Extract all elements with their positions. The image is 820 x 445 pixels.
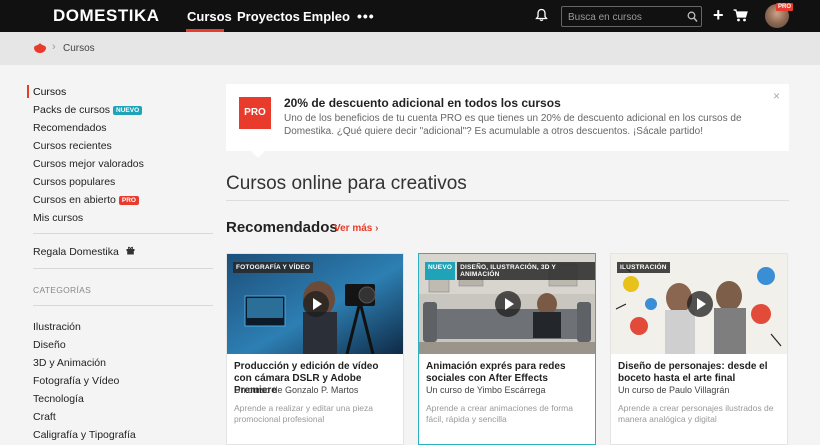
card-tags: NUEVO DISEÑO, ILUSTRACIÓN, 3D Y ANIMACIÓ…	[425, 262, 595, 280]
new-tag: NUEVO	[425, 262, 456, 280]
sidebar-item-mis-cursos[interactable]: Mis cursos	[33, 212, 83, 224]
search-box	[561, 6, 702, 27]
sidebar-item-populares[interactable]: Cursos populares	[33, 176, 115, 188]
course-author: Un curso de Gonzalo P. Martos	[234, 385, 359, 395]
category-ilustracion[interactable]: Ilustración	[33, 321, 81, 333]
sidebar-item-label: Regala Domestika	[33, 246, 119, 258]
course-thumbnail[interactable]: ILUSTRACIÓN	[611, 254, 787, 354]
breadcrumb: › Cursos	[0, 32, 820, 65]
category-caligrafia[interactable]: Caligrafía y Tipografía	[33, 429, 136, 441]
course-thumbnail[interactable]: FOTOGRAFÍA Y VÍDEO	[227, 254, 403, 354]
sidebar-divider	[33, 268, 213, 269]
title-divider	[226, 200, 789, 201]
play-icon[interactable]	[495, 291, 521, 317]
course-card[interactable]: FOTOGRAFÍA Y VÍDEO Producción y edición …	[226, 253, 404, 445]
promo-title: 20% de descuento adicional en todos los …	[284, 96, 561, 110]
bell-icon[interactable]	[535, 8, 548, 27]
play-icon[interactable]	[687, 291, 713, 317]
category-tag: DISEÑO, ILUSTRACIÓN, 3D Y ANIMACIÓN	[457, 262, 595, 280]
play-icon[interactable]	[303, 291, 329, 317]
sidebar-item-en-abierto[interactable]: Cursos en abierto PRO	[33, 194, 139, 206]
course-thumbnail[interactable]: NUEVO DISEÑO, ILUSTRACIÓN, 3D Y ANIMACIÓ…	[419, 254, 595, 354]
sidebar-item-label: Cursos en abierto	[33, 194, 116, 206]
nav-more-button[interactable]: •••	[357, 8, 375, 24]
pro-logo: PRO	[239, 97, 271, 129]
promo-text: Uno de los beneficios de tu cuenta PRO e…	[284, 113, 742, 137]
course-description: Aprende a crear animaciones de forma fác…	[426, 403, 573, 424]
sidebar-divider	[33, 305, 213, 306]
pro-badge: PRO	[118, 196, 139, 205]
breadcrumb-current: Cursos	[63, 43, 95, 54]
search-icon[interactable]	[687, 10, 698, 28]
card-tags: ILUSTRACIÓN	[617, 262, 670, 273]
search-input[interactable]	[568, 10, 683, 24]
course-description: Aprende a realizar y editar una pieza pr…	[234, 403, 373, 424]
category-3d-animacion[interactable]: 3D y Animación	[33, 357, 106, 369]
course-author: Un curso de Paulo Villagrán	[618, 385, 730, 395]
course-title[interactable]: Animación exprés para redes sociales con…	[426, 361, 591, 385]
sidebar-item-label: Packs de cursos	[33, 104, 111, 116]
avatar-pro-badge: PRO	[776, 3, 794, 11]
nav-cursos[interactable]: Cursos	[187, 9, 232, 24]
sidebar-item-mejor-valorados[interactable]: Cursos mejor valorados	[33, 158, 144, 170]
categories-heading: CATEGORÍAS	[33, 285, 92, 295]
category-craft[interactable]: Craft	[33, 411, 56, 423]
sidebar-item-recientes[interactable]: Cursos recientes	[33, 140, 112, 152]
chevron-right-icon: ›	[52, 41, 56, 53]
course-title[interactable]: Diseño de personajes: desde el boceto ha…	[618, 361, 783, 385]
sidebar-item-cursos[interactable]: Cursos	[33, 86, 66, 98]
sidebar-divider	[33, 233, 213, 234]
sidebar-item-regala[interactable]: Regala Domestika	[33, 246, 135, 258]
sidebar-item-packs[interactable]: Packs de cursos NUEVO	[33, 104, 143, 116]
sidebar-active-indicator	[27, 85, 29, 98]
course-description: Aprende a crear personajes ilustrados de…	[618, 403, 774, 424]
category-tag: FOTOGRAFÍA Y VÍDEO	[233, 262, 314, 273]
category-diseno[interactable]: Diseño	[33, 339, 66, 351]
sidebar-item-recomendados[interactable]: Recomendados	[33, 122, 107, 134]
promo-pointer	[250, 150, 266, 158]
pro-promo-banner: PRO 20% de descuento adicional en todos …	[226, 84, 789, 151]
category-tag: ILUSTRACIÓN	[617, 262, 670, 273]
close-icon[interactable]: ×	[773, 89, 780, 103]
course-card[interactable]: ILUSTRACIÓN Diseño de personajes: desde …	[610, 253, 788, 445]
nav-proyectos[interactable]: Proyectos	[237, 9, 300, 24]
create-plus-button[interactable]: +	[713, 6, 724, 24]
gift-icon	[126, 246, 135, 258]
domestika-home-icon[interactable]	[33, 41, 47, 59]
cart-icon[interactable]	[733, 9, 748, 27]
page-title: Cursos online para creativos	[226, 173, 467, 194]
domestika-logo[interactable]: DOMESTIKA	[53, 6, 160, 26]
card-tags: FOTOGRAFÍA Y VÍDEO	[233, 262, 314, 273]
nav-empleo[interactable]: Empleo	[303, 9, 350, 24]
category-tecnologia[interactable]: Tecnología	[33, 393, 84, 405]
top-navbar: DOMESTIKA Cursos Proyectos Empleo ••• + …	[0, 0, 820, 32]
new-badge: NUEVO	[113, 106, 143, 115]
section-title: Recomendados	[226, 219, 338, 236]
course-author: Un curso de Yimbo Escárrega	[426, 385, 546, 395]
course-card[interactable]: NUEVO DISEÑO, ILUSTRACIÓN, 3D Y ANIMACIÓ…	[418, 253, 596, 445]
see-more-link[interactable]: Ver más ›	[334, 223, 378, 234]
category-fotografia-video[interactable]: Fotografía y Vídeo	[33, 375, 119, 387]
